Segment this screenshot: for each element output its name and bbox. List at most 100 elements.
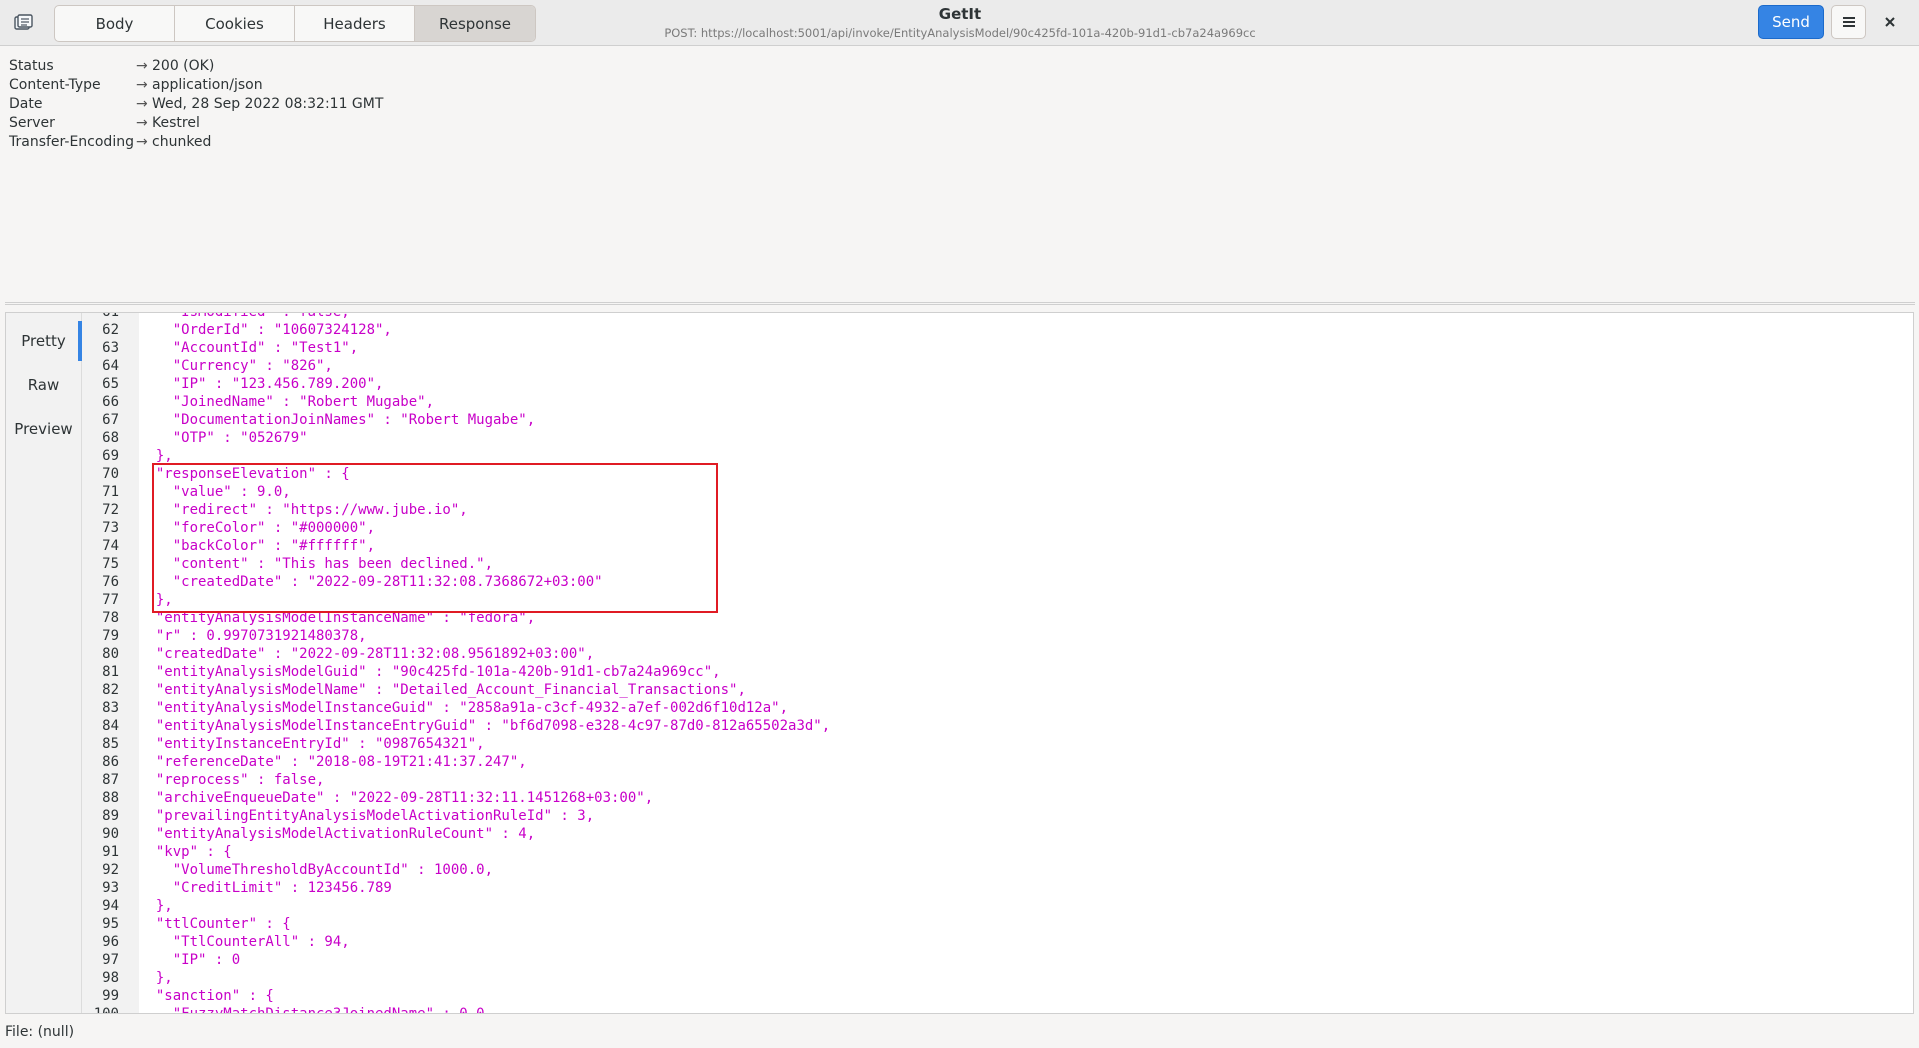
tab-body[interactable]: Body [55,6,175,41]
line-number: 90 [102,826,119,842]
line-number: 84 [102,718,119,734]
header-value: Wed, 28 Sep 2022 08:32:11 GMT [152,96,384,112]
line-number: 73 [102,520,119,536]
code-line: 79 "r" : 0.9970731921480378, [82,627,830,645]
code-text: "Currency" : "826", [139,358,333,374]
line-number: 66 [102,394,119,410]
line-number: 93 [102,880,119,896]
code-text: "referenceDate" : "2018-08-19T21:41:37.2… [139,754,527,770]
arrow-right-icon: → [136,96,148,112]
response-header-row: Status → 200 (OK) [9,57,383,76]
view-mode-tabs: Pretty Raw Preview [6,313,82,1013]
line-number: 64 [102,358,119,374]
code-line: 84 "entityAnalysisModelInstanceEntryGuid… [82,717,830,735]
close-icon [1885,17,1895,27]
header-value: Kestrel [152,115,200,131]
line-number: 95 [102,916,119,932]
line-number: 94 [102,898,119,914]
code-line: 66 "JoinedName" : "Robert Mugabe", [82,393,830,411]
line-number: 92 [102,862,119,878]
line-number: 71 [102,484,119,500]
code-text: }, [139,898,173,914]
code-text: "IsModified" : false, [139,312,350,320]
status-bar: File: (null) [5,1024,75,1040]
view-mode-raw[interactable]: Raw [6,363,81,407]
code-text: }, [139,970,173,986]
request-tabs: Body Cookies Headers Response [54,5,536,42]
line-number: 91 [102,844,119,860]
line-number: 80 [102,646,119,662]
header-bar: Body Cookies Headers Response GetIt POST… [0,0,1919,46]
response-body-pane: Pretty Raw Preview 61 "IsModified" : fal… [5,312,1914,1014]
header-name: Transfer-Encoding [9,134,134,150]
app-icon [12,12,34,34]
header-name: Server [9,115,55,131]
code-line: 86 "referenceDate" : "2018-08-19T21:41:3… [82,753,830,771]
line-number: 77 [102,592,119,608]
view-mode-pretty[interactable]: Pretty [6,319,82,363]
menu-button[interactable] [1831,5,1866,39]
line-number: 62 [102,322,119,338]
code-line: 90 "entityAnalysisModelActivationRuleCou… [82,825,830,843]
code-line: 99 "sanction" : { [82,987,830,1005]
header-name: Status [9,58,54,74]
code-text: "entityAnalysisModelName" : "Detailed_Ac… [139,682,746,698]
line-number: 65 [102,376,119,392]
code-text: "kvp" : { [139,844,232,860]
code-text: "sanction" : { [139,988,274,1004]
code-text: "VolumeThresholdByAccountId" : 1000.0, [139,862,494,878]
code-text: "entityAnalysisModelInstanceGuid" : "285… [139,700,789,716]
code-line: 87 "reprocess" : false, [82,771,830,789]
code-text: "entityAnalysisModelActivationRuleCount"… [139,826,536,842]
line-number: 81 [102,664,119,680]
code-line: 85 "entityInstanceEntryId" : "0987654321… [82,735,830,753]
code-line: 89 "prevailingEntityAnalysisModelActivat… [82,807,830,825]
header-name: Date [9,96,43,112]
code-line: 98 }, [82,969,830,987]
code-line: 68 "OTP" : "052679" [82,429,830,447]
code-line: 64 "Currency" : "826", [82,357,830,375]
code-text: "entityInstanceEntryId" : "0987654321", [139,736,485,752]
send-button[interactable]: Send [1758,5,1824,39]
code-line: 92 "VolumeThresholdByAccountId" : 1000.0… [82,861,830,879]
response-header-row: Content-Type → application/json [9,76,383,95]
window-title: GetIt [938,5,982,23]
window-title-area: GetIt POST: https://localhost:5001/api/i… [560,5,1360,41]
arrow-right-icon: → [136,58,148,74]
line-number: 83 [102,700,119,716]
line-number: 88 [102,790,119,806]
tab-response[interactable]: Response [415,6,535,41]
code-text: "OrderId" : "10607324128", [139,322,392,338]
code-text: "entityAnalysisModelInstanceEntryGuid" :… [139,718,831,734]
code-line: 100 "FuzzyMatchDistance3JoinedName" : 0.… [82,1005,830,1014]
code-text: "FuzzyMatchDistance3JoinedName" : 0.0, [139,1006,494,1014]
response-headers-list: Status → 200 (OK) Content-Type → applica… [9,57,383,152]
code-text: "TtlCounterAll" : 94, [139,934,350,950]
tab-headers[interactable]: Headers [295,6,415,41]
tab-cookies[interactable]: Cookies [175,6,295,41]
arrow-right-icon: → [136,115,148,131]
header-name: Content-Type [9,77,101,93]
code-text: "reprocess" : false, [139,772,325,788]
code-line: 88 "archiveEnqueueDate" : "2022-09-28T11… [82,789,830,807]
line-number: 82 [102,682,119,698]
code-text: "DocumentationJoinNames" : "Robert Mugab… [139,412,536,428]
code-text: "IP" : "123.456.789.200", [139,376,384,392]
line-number: 87 [102,772,119,788]
header-value: application/json [152,77,263,93]
json-code-view[interactable]: 61 "IsModified" : false, 62 "OrderId" : "… [82,312,830,1014]
line-number: 61 [102,312,119,320]
code-line: 67 "DocumentationJoinNames" : "Robert Mu… [82,411,830,429]
code-text: "r" : 0.9970731921480378, [139,628,367,644]
line-number: 85 [102,736,119,752]
view-mode-preview[interactable]: Preview [6,407,81,451]
pane-resize-handle[interactable] [5,302,1915,305]
line-number: 67 [102,412,119,428]
code-text: "OTP" : "052679" [139,430,308,446]
line-number: 74 [102,538,119,554]
code-line: 81 "entityAnalysisModelGuid" : "90c425fd… [82,663,830,681]
line-number: 98 [102,970,119,986]
code-line: 83 "entityAnalysisModelInstanceGuid" : "… [82,699,830,717]
close-button[interactable] [1878,10,1902,34]
header-value: chunked [152,134,212,150]
